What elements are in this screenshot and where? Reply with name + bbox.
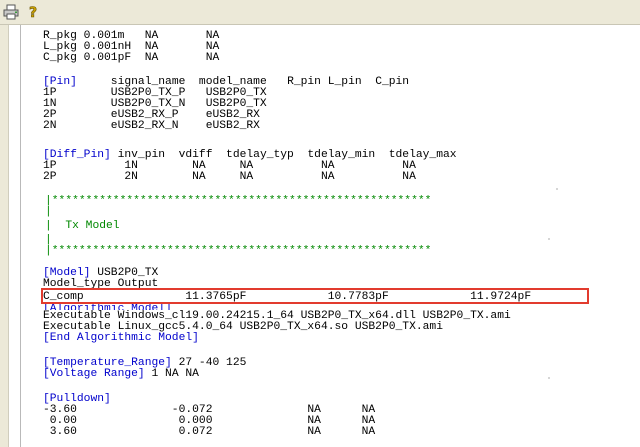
printer-icon [3, 4, 19, 20]
comment-tx-model: | Tx Model [45, 220, 120, 232]
print-button[interactable] [2, 3, 20, 21]
c-comp-highlight-box [41, 288, 589, 304]
code-editor[interactable]: R_pkg 0.001m NA NA L_pkg 0.001nH NA NA C… [0, 25, 640, 447]
margin-dot [548, 377, 550, 379]
voltage-range-values: 1 NA NA [144, 368, 199, 380]
voltage-range-keyword: [Voltage Range] [43, 368, 145, 380]
comment-line: | [45, 206, 52, 218]
code-line: 2N eUSB2_RX_N eUSB2_RX [43, 120, 260, 132]
code-line: 2P 2N NA NA NA NA [43, 171, 416, 183]
code-line: 3.60 0.072 NA NA [43, 426, 376, 438]
toolbar: ? [0, 0, 640, 25]
margin-dot [556, 188, 558, 190]
code-line: C_pkg 0.001pF NA NA [43, 52, 220, 64]
help-question-icon: ? [29, 5, 38, 20]
comment-line: |***************************************… [45, 195, 432, 207]
margin-dot [548, 238, 550, 240]
end-algorithmic-model-keyword: [End Algorithmic Model] [43, 332, 199, 344]
code-line: [Voltage Range] 1 NA NA [43, 368, 199, 380]
svg-text:?: ? [29, 5, 37, 20]
comment-line: |***************************************… [45, 245, 432, 257]
help-button[interactable]: ? [24, 3, 42, 21]
